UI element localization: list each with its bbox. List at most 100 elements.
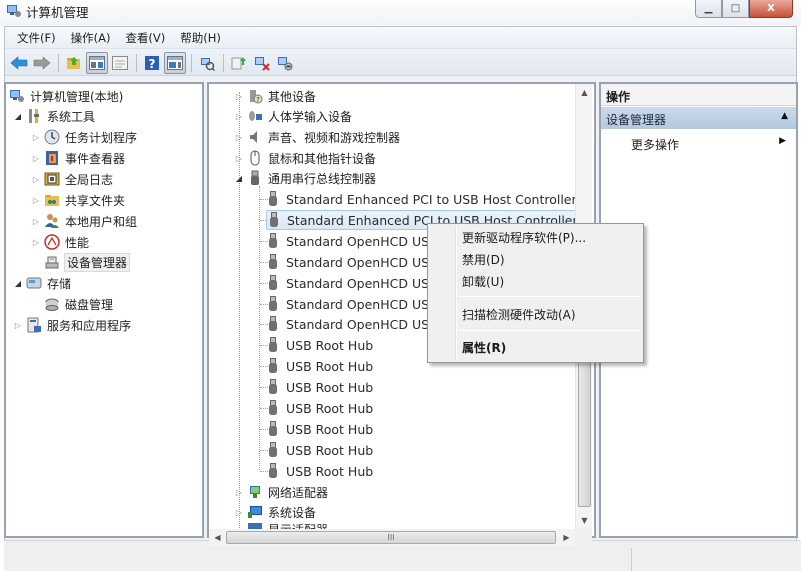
expanded-triangle-icon[interactable]: ◢ — [13, 279, 23, 288]
usb-device-item[interactable]: USB Root Hub — [268, 377, 373, 397]
context-menu-separator — [458, 330, 641, 331]
show-hide-console-tree-button[interactable] — [86, 51, 108, 74]
up-one-level-button[interactable] — [63, 52, 85, 74]
expanded-triangle-icon[interactable]: ◢ — [234, 174, 244, 183]
usb-device-item[interactable]: USB Root Hub — [268, 356, 373, 376]
collapse-up-icon[interactable]: ▲ — [781, 111, 788, 121]
usb-device-icon — [269, 191, 277, 206]
scroll-left-arrow-icon[interactable]: ◀ — [209, 529, 226, 546]
collapsed-triangle-icon[interactable]: ▷ — [31, 217, 41, 226]
tree-item-label: 共享文件夹 — [65, 193, 126, 208]
update-driver-button[interactable] — [228, 52, 250, 74]
device-category-usb-controllers[interactable]: ◢ 通用串行总线控制器 — [234, 168, 376, 188]
collapsed-triangle-icon[interactable]: ▷ — [13, 321, 23, 330]
tree-item-local-users-groups[interactable]: ▷ 本地用户和组 — [31, 211, 137, 231]
sound-icon — [250, 131, 257, 143]
show-hide-action-pane-button[interactable] — [164, 51, 186, 74]
usb-device-item[interactable]: USB Root Hub — [268, 419, 373, 439]
tree-item-shared-folders[interactable]: ▷ 共享文件夹 — [31, 190, 125, 210]
scan-hardware-button[interactable] — [196, 52, 218, 74]
expanded-triangle-icon[interactable]: ◢ — [13, 112, 23, 121]
minimize-button[interactable]: ▁ — [695, 0, 722, 18]
horizontal-scroll-thumb[interactable]: III — [226, 531, 556, 544]
collapsed-triangle-icon[interactable]: ▷ — [234, 92, 244, 101]
device-category-network-adapters[interactable]: ▷ 网络适配器 — [234, 482, 328, 502]
usb-device-item[interactable]: USB Root Hub — [268, 461, 373, 481]
usb-device-item[interactable]: Standard Enhanced PCI to USB Host Contro… — [268, 189, 577, 209]
back-arrow-icon — [10, 55, 28, 70]
back-button[interactable] — [8, 52, 30, 74]
collapsed-triangle-icon[interactable]: ▷ — [234, 154, 244, 163]
context-menu-uninstall[interactable]: 卸载(U) — [462, 271, 504, 291]
usb-device-item[interactable]: USB Root Hub — [268, 398, 373, 418]
collapsed-triangle-icon[interactable]: ▷ — [234, 112, 244, 121]
collapsed-triangle-icon[interactable]: ▷ — [234, 133, 244, 142]
tree-item-services-applications[interactable]: ▷ 服务和应用程序 — [13, 315, 131, 335]
device-category-sound[interactable]: ▷ 声音、视频和游戏控制器 — [234, 127, 400, 147]
action-more-actions[interactable]: 更多操作 ▶ — [601, 133, 796, 153]
device-category-display-adapters[interactable]: 显示适配器 — [234, 521, 328, 529]
forward-button[interactable] — [31, 52, 53, 74]
tree-item-performance[interactable]: ▷ 性能 — [31, 232, 89, 252]
device-category-mouse[interactable]: ▷ 鼠标和其他指针设备 — [234, 148, 376, 168]
usb-device-label: USB Root Hub — [286, 400, 374, 416]
scroll-down-arrow-icon[interactable]: ▼ — [576, 512, 593, 529]
device-category-system-devices[interactable]: ▷ 系统设备 — [234, 502, 316, 522]
usb-icon — [251, 170, 259, 185]
scroll-up-arrow-icon[interactable]: ▲ — [576, 84, 593, 101]
disable-device-button[interactable] — [274, 52, 296, 74]
usb-device-item[interactable]: USB Root Hub — [268, 440, 373, 460]
properties-sheet-icon — [112, 55, 128, 70]
storage-icon — [26, 277, 42, 289]
properties-button[interactable] — [109, 52, 131, 74]
context-menu-scan-hardware[interactable]: 扫描检测硬件改动(A) — [462, 304, 576, 324]
update-driver-icon — [231, 56, 246, 69]
device-category-other-devices[interactable]: ▷ ? 其他设备 — [234, 86, 316, 106]
tree-item-disk-management[interactable]: 磁盘管理 — [44, 294, 113, 314]
toolbar-separator — [136, 53, 137, 72]
computer-management-icon — [7, 5, 21, 17]
scroll-right-arrow-icon[interactable]: ▶ — [558, 529, 575, 546]
device-category-hid[interactable]: ▷ 人体学输入设备 — [234, 106, 352, 126]
actions-section-device-manager[interactable]: 设备管理器 ▲ — [601, 107, 796, 129]
tree-item-label: 全局日志 — [65, 172, 114, 187]
tree-item-event-viewer[interactable]: ▷ 事件查看器 — [31, 148, 125, 168]
context-menu-properties[interactable]: 属性(R) — [462, 337, 506, 357]
local-users-groups-icon — [45, 214, 59, 228]
tree-item-label: 系统工具 — [47, 109, 96, 124]
usb-device-label: USB Root Hub — [286, 337, 374, 353]
collapsed-triangle-icon[interactable]: ▷ — [234, 508, 244, 517]
event-viewer-icon — [46, 151, 58, 165]
help-button[interactable]: ? — [141, 52, 163, 74]
tree-item-global-log[interactable]: ▷ 全局日志 — [31, 169, 113, 189]
tree-item-label: 事件查看器 — [65, 151, 126, 166]
collapsed-triangle-icon[interactable]: ▷ — [234, 488, 244, 497]
menu-help[interactable]: 帮助(H) — [174, 30, 230, 46]
menu-view[interactable]: 查看(V) — [119, 30, 174, 46]
usb-device-item[interactable]: USB Root Hub — [268, 335, 373, 355]
tree-item-storage[interactable]: ◢ 存储 — [13, 273, 71, 293]
tree-item-task-scheduler[interactable]: ▷ 任务计划程序 — [31, 127, 137, 147]
uninstall-device-button[interactable] — [251, 52, 273, 74]
tree-item-system-tools[interactable]: ◢ 系统工具 — [13, 106, 95, 126]
collapsed-triangle-icon[interactable]: ▷ — [31, 175, 41, 184]
maximize-button[interactable]: □ — [722, 0, 749, 18]
services-apps-icon — [27, 317, 41, 333]
tree-item-label: 设备管理器 — [63, 252, 131, 272]
collapsed-triangle-icon[interactable]: ▷ — [31, 196, 41, 205]
collapsed-triangle-icon[interactable]: ▷ — [31, 238, 41, 247]
menu-action[interactable]: 操作(A) — [65, 30, 120, 46]
tree-item-computer-management[interactable]: 计算机管理(本地) — [9, 86, 123, 106]
tree-item-device-manager[interactable]: 设备管理器 — [44, 252, 131, 272]
toolbar-separator — [191, 53, 192, 72]
context-menu-disable[interactable]: 禁用(D) — [462, 249, 505, 269]
close-button[interactable]: X — [749, 0, 793, 18]
device-list-horizontal-scrollbar[interactable]: ◀ III ▶ — [209, 529, 575, 546]
device-category-label: 网络适配器 — [268, 485, 329, 500]
scrollbar-corner — [575, 529, 592, 546]
collapsed-triangle-icon[interactable]: ▷ — [31, 133, 41, 142]
usb-device-icon — [269, 296, 277, 311]
context-menu-update-driver[interactable]: 更新驱动程序软件(P)... — [462, 227, 586, 247]
collapsed-triangle-icon[interactable]: ▷ — [31, 154, 41, 163]
menu-file[interactable]: 文件(F) — [11, 30, 65, 46]
